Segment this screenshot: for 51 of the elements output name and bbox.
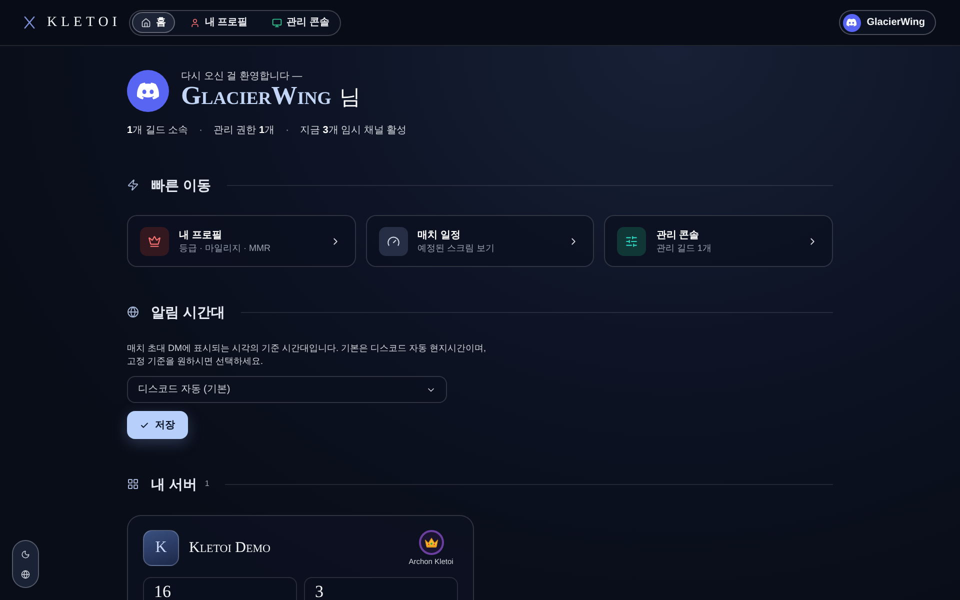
cross-logo-icon [24, 16, 35, 29]
monitor-icon [272, 18, 282, 28]
card-subtitle: 예정된 스크림 보기 [418, 242, 496, 254]
welcome-text: 다시 오신 걸 환영합니다 — [181, 70, 304, 83]
section-title: 내 서버 [151, 475, 197, 493]
language-button[interactable] [20, 569, 30, 579]
stat-summary: 관리 권한 1개 [213, 124, 275, 138]
section-title: 알림 시간대 [151, 303, 225, 321]
save-button[interactable]: 저장 [127, 411, 188, 439]
quick-link-card[interactable]: 관리 콘솔 관리 길드 1개 [604, 215, 833, 267]
nav-tab[interactable]: 내 프로필 [180, 12, 257, 33]
stat-value: 3 [315, 582, 324, 600]
user-name-title: GlacierWing [181, 82, 332, 110]
crown-icon [140, 226, 169, 256]
card-title: 내 프로필 [179, 228, 223, 242]
globe-icon [127, 306, 139, 318]
server-initial-tile: K [143, 530, 179, 566]
stat-summary: 지금 3개 임시 채널 활성 [300, 124, 407, 138]
discord-avatar-icon [127, 70, 169, 112]
quick-link-card[interactable]: 내 프로필 등급 · 마일리지 · MMR [127, 215, 356, 267]
globe-icon [21, 570, 30, 578]
home-icon [140, 18, 151, 28]
quick-link-card[interactable]: 매치 일정 예정된 스크림 보기 [366, 215, 594, 267]
timezone-select[interactable]: 디스코드 자동 (기본) [127, 376, 447, 403]
card-subtitle: 등급 · 마일리지 · MMR [179, 242, 272, 254]
card-title: 매치 일정 [418, 228, 462, 242]
person-icon [190, 18, 200, 28]
brand-logo-text[interactable]: KLETOI [47, 12, 121, 33]
card-subtitle: 관리 길드 1개 [656, 242, 712, 254]
moon-icon [21, 550, 30, 558]
discord-avatar-icon [842, 14, 861, 32]
separator-dot: · [199, 124, 202, 138]
crown-badge-icon [418, 530, 444, 554]
card-title: 관리 콘솔 [656, 228, 700, 242]
lightning-icon [127, 179, 139, 191]
user-button[interactable]: GlacierWing [838, 10, 936, 35]
server-name: Kletoi Demo [189, 538, 272, 558]
sliders-icon [617, 226, 646, 256]
separator-dot: · [286, 124, 289, 138]
nav-tab[interactable]: 관리 콘솔 [262, 12, 338, 33]
stat-summary: 1개 길드 소속 [127, 124, 188, 138]
stat-value: 16 [154, 582, 171, 600]
nav-tab[interactable]: 홈 [132, 12, 175, 33]
gauge-icon [378, 226, 408, 256]
theme-toggle-button[interactable] [20, 549, 30, 559]
honorific-text: 님 [339, 85, 360, 111]
section-count: 1 [204, 478, 210, 490]
timezone-description: 매치 초대 DM에 표시되는 시각의 기준 시간대입니다. 기본은 디스코드 자동 현지시간이며, 고정 기준을 원하시면 선택하세요. [127, 342, 488, 368]
check-icon [140, 420, 149, 430]
section-title: 빠른 이동 [151, 176, 211, 194]
grid-icon [127, 478, 139, 490]
